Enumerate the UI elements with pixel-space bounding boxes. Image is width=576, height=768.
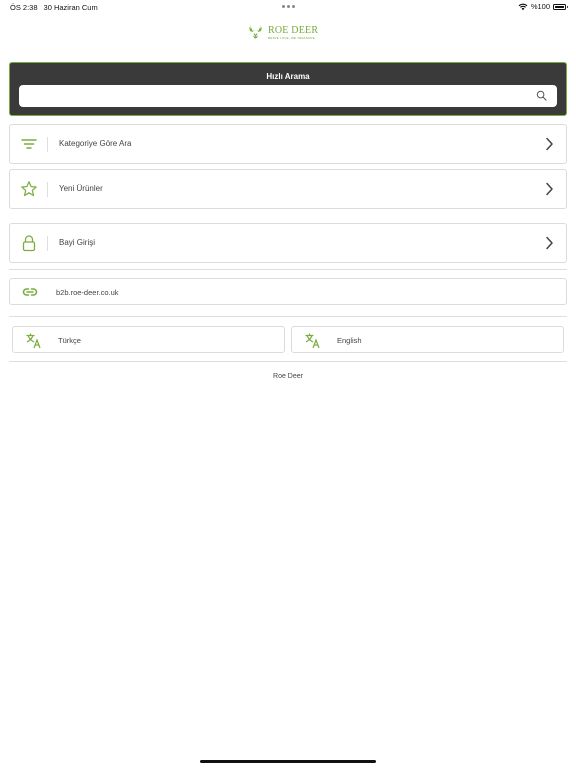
logo-tagline: BRAVE LOVE, WE TREASURE [268,36,315,40]
chevron-right-icon [546,236,553,250]
menu-item-dealer-login[interactable]: Bayi Girişi [9,223,567,263]
status-date: 30 Haziran Cum [43,3,98,12]
b2b-link[interactable]: b2b.roe-deer.co.uk [9,278,567,305]
lock-icon [22,235,36,252]
status-right: %100 [518,2,568,11]
menu-divider [47,182,48,197]
filter-icon [21,139,37,149]
search-input[interactable] [27,85,527,107]
menu-item-category-search[interactable]: Kategoriye Göre Ara [9,124,567,164]
menu-item-new-products[interactable]: Yeni Ürünler [9,169,567,209]
section-divider [9,269,567,270]
app-logo: ROE DEER BRAVE LOVE, WE TREASURE [247,24,318,42]
menu-item-label: Kategoriye Göre Ara [59,139,132,148]
language-label: English [337,336,362,345]
menu-item-label: Bayi Girişi [59,238,96,247]
multitasking-dots[interactable] [282,5,295,8]
chevron-right-icon [546,137,553,151]
home-indicator[interactable] [200,760,376,763]
logo-text: ROE DEER [268,25,319,36]
menu-item-label: Yeni Ürünler [59,184,103,193]
battery-icon [553,3,568,10]
menu-divider [47,236,48,251]
search-box[interactable] [19,85,557,107]
section-divider [9,316,567,317]
link-icon [22,288,38,296]
battery-percent: %100 [530,2,550,11]
language-button-turkish[interactable]: Türkçe [12,326,285,353]
footer-text: Roe Deer [273,373,303,380]
section-divider [9,361,567,362]
wifi-icon [518,3,528,10]
deer-logo-icon [249,25,262,39]
language-button-english[interactable]: English [291,326,564,353]
translate-icon [305,333,320,349]
b2b-link-label: b2b.roe-deer.co.uk [56,288,119,297]
menu-divider [47,137,48,152]
language-label: Türkçe [58,336,81,345]
status-left: ÖS 2:38 30 Haziran Cum [10,3,98,12]
quick-search-panel: Hızlı Arama [9,62,567,116]
translate-icon [26,333,41,349]
search-icon[interactable] [536,90,547,101]
status-time: ÖS 2:38 [10,3,38,12]
status-bar: ÖS 2:38 30 Haziran Cum %100 [0,0,576,14]
star-icon [21,181,37,197]
quick-search-title: Hızlı Arama [266,72,310,81]
chevron-right-icon [546,182,553,196]
